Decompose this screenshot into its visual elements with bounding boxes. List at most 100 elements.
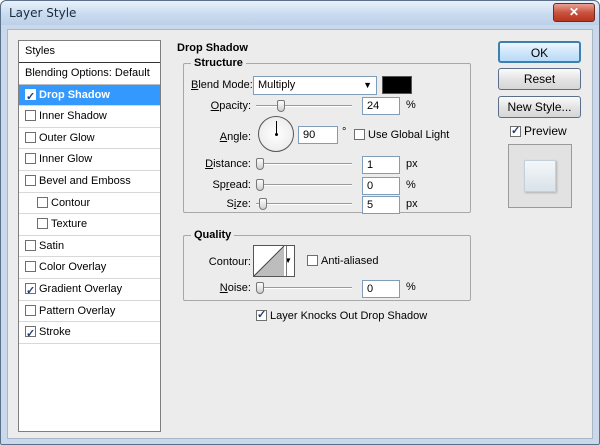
style-item-bevel-and-emboss[interactable]: Bevel and Emboss — [19, 171, 160, 193]
opacity-track — [256, 105, 352, 107]
contour-label: Contour: — [208, 256, 251, 268]
layer-style-dialog: Layer Style ✕ Styles Blending Options: D… — [0, 0, 600, 445]
style-checkbox[interactable] — [37, 196, 48, 208]
style-item-label: Texture — [51, 218, 88, 231]
opacity-input[interactable]: 24 — [362, 97, 400, 115]
distance-slider[interactable] — [256, 158, 352, 170]
style-item-outer-glow[interactable]: Outer Glow — [19, 128, 160, 150]
preview-thumbnail — [508, 144, 572, 208]
shadow-color-swatch[interactable] — [382, 76, 412, 94]
blending-options-item[interactable]: Blending Options: Default — [19, 63, 160, 85]
angle-unit: ° — [342, 126, 347, 138]
style-item-label: Bevel and Emboss — [39, 174, 131, 187]
blend-mode-label: Blend Mode: — [191, 79, 253, 91]
noise-track — [256, 287, 352, 289]
style-item-label: Outer Glow — [39, 131, 95, 144]
style-item-label: Drop Shadow — [39, 88, 110, 101]
chevron-down-icon: ▼ — [363, 80, 372, 90]
dialog-client: Styles Blending Options: Default Drop Sh… — [7, 29, 593, 439]
preview-swatch — [524, 160, 556, 192]
preview-checkbox[interactable]: Preview — [510, 124, 567, 138]
size-thumb[interactable] — [259, 198, 267, 210]
style-item-label: Stroke — [39, 326, 71, 339]
spread-unit: % — [406, 179, 416, 191]
size-input[interactable]: 5 — [362, 196, 400, 214]
angle-input[interactable]: 90 — [298, 126, 338, 144]
distance-unit: px — [406, 158, 418, 170]
ok-button[interactable]: OK — [498, 41, 581, 63]
close-icon: ✕ — [568, 5, 580, 19]
preview-label: Preview — [524, 124, 567, 138]
style-item-label: Inner Shadow — [39, 110, 107, 123]
opacity-thumb[interactable] — [277, 100, 285, 112]
quality-title: Quality — [191, 229, 235, 241]
style-checkbox[interactable] — [25, 304, 36, 316]
distance-thumb[interactable] — [256, 158, 264, 170]
new-style-button[interactable]: New Style... — [498, 96, 581, 118]
style-item-contour[interactable]: Contour — [19, 193, 160, 215]
close-button[interactable]: ✕ — [553, 3, 595, 22]
style-item-texture[interactable]: Texture — [19, 214, 160, 236]
opacity-slider[interactable] — [256, 100, 352, 112]
style-item-satin[interactable]: Satin — [19, 236, 160, 258]
style-checkbox[interactable] — [25, 324, 36, 345]
style-checkbox[interactable] — [37, 218, 48, 230]
style-item-label: Gradient Overlay — [39, 282, 123, 295]
anti-aliased-box[interactable] — [307, 255, 318, 266]
opacity-unit: % — [406, 99, 416, 111]
style-item-color-overlay[interactable]: Color Overlay — [19, 257, 160, 279]
blend-mode-value: Multiply — [258, 79, 296, 91]
anti-aliased-label: Anti-aliased — [321, 255, 379, 267]
style-checkbox[interactable] — [25, 131, 36, 143]
spread-label: Spread: — [212, 179, 251, 191]
blend-mode-select[interactable]: Multiply ▼ — [253, 76, 377, 95]
style-item-drop-shadow[interactable]: Drop Shadow — [19, 84, 160, 108]
use-global-light-checkbox[interactable]: Use Global Light — [354, 129, 449, 141]
style-item-gradient-overlay[interactable]: Gradient Overlay — [19, 279, 160, 302]
spread-track — [256, 184, 352, 186]
style-checkbox[interactable] — [25, 87, 36, 108]
noise-label: Noise: — [219, 282, 251, 294]
noise-slider[interactable] — [256, 282, 352, 294]
opacity-label: Opacity: — [210, 100, 251, 112]
style-checkbox[interactable] — [25, 153, 36, 165]
style-item-stroke[interactable]: Stroke — [19, 322, 160, 345]
reset-button[interactable]: Reset — [498, 68, 581, 90]
use-global-light-label: Use Global Light — [368, 129, 450, 141]
style-items: Drop Shadow Inner Shadow Outer Glow Inner G… — [19, 84, 160, 345]
style-item-inner-glow[interactable]: Inner Glow — [19, 149, 160, 171]
structure-title: Structure — [191, 57, 246, 69]
style-checkbox[interactable] — [25, 110, 36, 122]
noise-thumb[interactable] — [256, 282, 264, 294]
style-item-label: Satin — [39, 239, 65, 252]
distance-label: Distance: — [205, 158, 251, 170]
spread-input[interactable]: 0 — [362, 177, 400, 195]
anti-aliased-checkbox[interactable]: Anti-aliased — [307, 255, 378, 267]
spread-thumb[interactable] — [256, 179, 264, 191]
size-slider[interactable] — [256, 198, 352, 210]
style-checkbox[interactable] — [25, 174, 36, 186]
knockout-box[interactable] — [256, 308, 267, 321]
title-bar[interactable]: Layer Style ✕ — [1, 1, 599, 25]
style-checkbox[interactable] — [25, 261, 36, 273]
noise-input[interactable]: 0 — [362, 280, 400, 298]
contour-picker[interactable]: ▼ — [253, 245, 295, 277]
style-item-label: Pattern Overlay — [39, 304, 116, 317]
style-checkbox[interactable] — [25, 239, 36, 251]
style-item-inner-shadow[interactable]: Inner Shadow — [19, 106, 160, 128]
distance-input[interactable]: 1 — [362, 156, 400, 174]
use-global-light-box[interactable] — [354, 129, 365, 140]
drop-shadow-title: Drop Shadow — [174, 42, 251, 54]
knockout-label: Layer Knocks Out Drop Shadow — [270, 310, 428, 322]
style-item-pattern-overlay[interactable]: Pattern Overlay — [19, 301, 160, 323]
angle-dial[interactable] — [258, 116, 294, 152]
knockout-checkbox[interactable]: Layer Knocks Out Drop Shadow — [256, 308, 428, 322]
spread-slider[interactable] — [256, 179, 352, 191]
preview-box[interactable] — [510, 124, 521, 137]
styles-header[interactable]: Styles — [19, 41, 160, 63]
size-track — [256, 203, 352, 205]
size-label: Size: — [226, 198, 251, 210]
style-item-label: Inner Glow — [39, 153, 93, 166]
style-checkbox[interactable] — [25, 281, 36, 302]
distance-track — [256, 163, 352, 165]
